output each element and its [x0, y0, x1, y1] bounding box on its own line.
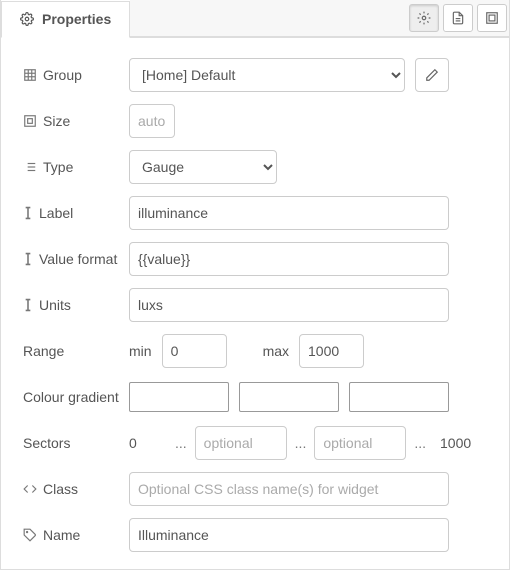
label-input[interactable]: [129, 196, 449, 230]
gradient-color-1[interactable]: [129, 382, 229, 412]
label-size: Size: [23, 113, 129, 129]
value-format-input[interactable]: [129, 242, 449, 276]
layout-icon: [485, 11, 499, 25]
label-units: Units: [23, 297, 129, 313]
label-name: Name: [23, 527, 129, 543]
label-value-format: Value format: [23, 251, 129, 267]
grid-icon: [23, 68, 37, 82]
tabbar-spacer: [130, 0, 509, 37]
toolbar-doc-button[interactable]: [443, 4, 473, 32]
label-sectors: Sectors: [23, 435, 129, 451]
type-select[interactable]: Gauge: [129, 150, 277, 184]
size-icon: [23, 114, 37, 128]
pencil-icon: [425, 68, 439, 82]
label-gradient: Colour gradient: [23, 389, 129, 405]
label-label: Label: [23, 205, 129, 221]
units-input[interactable]: [129, 288, 449, 322]
group-select[interactable]: [Home] Default: [129, 58, 405, 92]
sector-1-input[interactable]: [195, 426, 287, 460]
label-type: Type: [23, 159, 129, 175]
tag-icon: [23, 528, 37, 542]
gear-icon: [20, 12, 34, 26]
range-max-label: max: [263, 343, 289, 359]
cursor-icon: [23, 298, 33, 312]
cursor-icon: [23, 206, 33, 220]
label-class: Class: [23, 481, 129, 497]
label-range: Range: [23, 343, 129, 359]
toolbar-settings-button[interactable]: [409, 4, 439, 32]
sector-2-input[interactable]: [314, 426, 406, 460]
tab-title: Properties: [42, 11, 111, 27]
range-max-input[interactable]: [299, 334, 364, 368]
cursor-icon: [23, 252, 33, 266]
size-input[interactable]: [129, 104, 175, 138]
tab-properties[interactable]: Properties: [1, 1, 130, 38]
label-group: Group: [23, 67, 129, 83]
file-icon: [451, 11, 465, 25]
list-icon: [23, 160, 37, 174]
sectors-start: 0: [129, 435, 149, 451]
sectors-end: 1000: [440, 435, 471, 451]
gradient-color-2[interactable]: [239, 382, 339, 412]
range-min-label: min: [129, 343, 152, 359]
code-icon: [23, 482, 37, 496]
toolbar-layout-button[interactable]: [477, 4, 507, 32]
class-input[interactable]: [129, 472, 449, 506]
gear-icon: [417, 11, 431, 25]
edit-group-button[interactable]: [415, 58, 449, 92]
name-input[interactable]: [129, 518, 449, 552]
gradient-color-3[interactable]: [349, 382, 449, 412]
range-min-input[interactable]: [162, 334, 227, 368]
